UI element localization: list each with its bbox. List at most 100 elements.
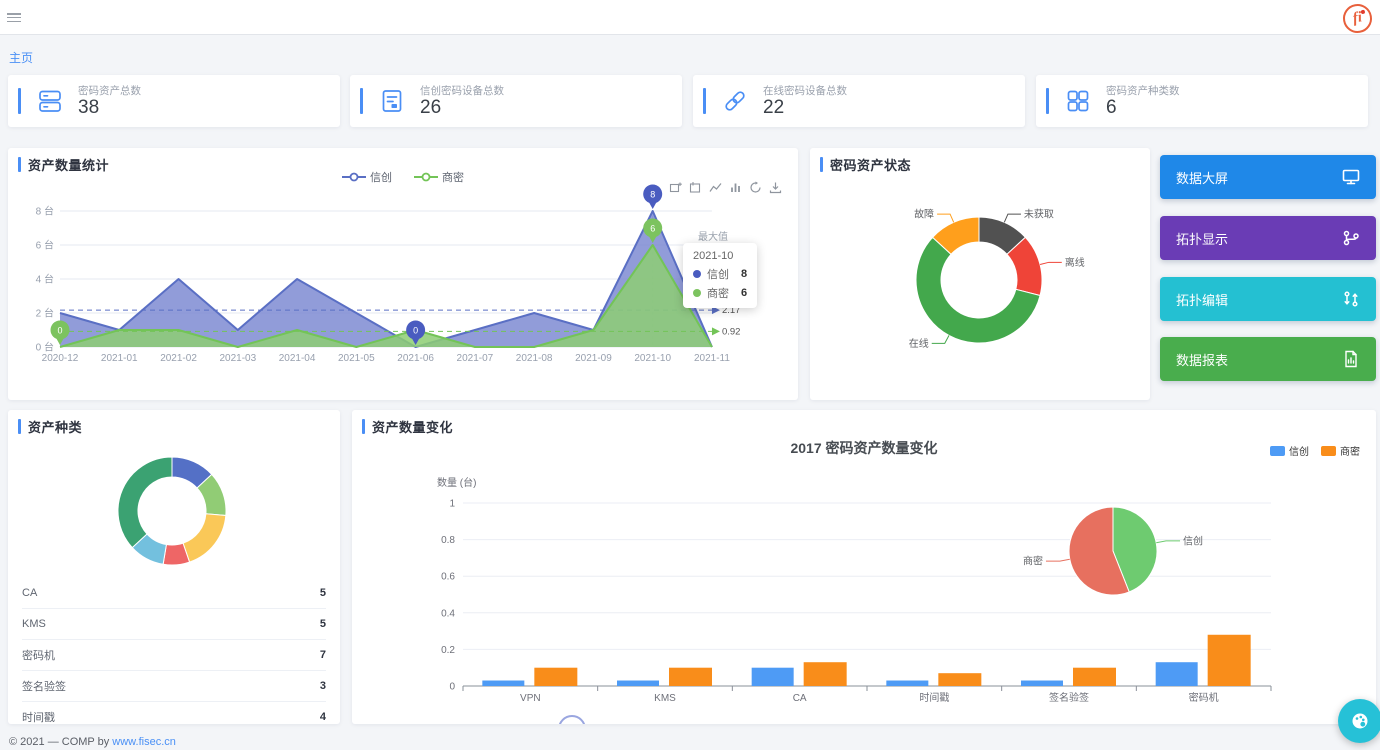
svg-text:签名验签: 签名验签 [1049,691,1089,704]
svg-text:0.4: 0.4 [441,608,455,619]
theme-fab-button[interactable] [1338,699,1380,743]
svg-text:0.2: 0.2 [441,645,455,656]
list-item: KMS 5 [22,609,326,640]
type-name: KMS [22,618,46,630]
svg-text:数量 (台): 数量 (台) [437,476,476,489]
type-value: 5 [320,618,326,630]
list-item: 密码机 7 [22,640,326,671]
type-name: 密码机 [22,647,55,663]
svg-text:CA: CA [793,693,807,704]
topology-display-button[interactable]: 拓扑显示 [1160,216,1376,260]
brand-dot-icon [1361,10,1366,15]
svg-text:2021-07: 2021-07 [457,353,494,364]
tooltip-series-name: 信创 [707,266,729,282]
stat-value: 26 [420,97,441,119]
hamburger-menu-icon[interactable] [7,13,21,22]
asset-status-panel: 密码资产状态 未获取离线在线故障 [810,148,1150,400]
button-label: 数据报表 [1176,350,1228,369]
card-accent [1046,88,1049,114]
tooltip-title: 2021-10 [693,250,747,262]
grid-icon [1064,87,1092,115]
svg-text:2021-06: 2021-06 [397,353,434,364]
button-label: 拓扑显示 [1176,229,1228,248]
topology-icon [1342,229,1360,247]
svg-text:2021-04: 2021-04 [279,353,316,364]
stat-label: 信创密码设备总数 [420,83,504,98]
footer: © 2021 — COMP by www.fisec.cn [9,736,176,748]
button-label: 数据大屏 [1176,168,1228,187]
stat-card-xinchuang-devices: 信创密码设备总数 26 [350,75,682,127]
series-dot-icon [693,270,701,278]
dashboard-page: fi 主页 密码资产总数 38 信创密码设备总数 26 [0,0,1380,750]
svg-text:0: 0 [413,326,418,336]
type-value: 3 [320,680,326,692]
svg-text:2 台: 2 台 [36,307,54,320]
svg-text:密码机: 密码机 [1189,691,1219,704]
tooltip-row: 信创 8 [693,266,747,282]
list-item: 签名验签 3 [22,671,326,702]
svg-text:8: 8 [650,190,655,200]
stat-label: 密码资产种类数 [1106,83,1180,98]
svg-text:VPN: VPN [520,693,541,704]
list-item: 时间戳4 [22,702,326,724]
asset-count-line-chart: 0 台 2 台 4 台 6 台 8 台 2020-12 2021-01 2021-02 2021… [8,148,798,400]
svg-text:2021-02: 2021-02 [160,353,197,364]
card-accent [360,88,363,114]
stat-label: 密码资产总数 [78,83,141,98]
type-value: 7 [320,649,326,661]
asset-types-list: CA 5 KMS 5 密码机 7 签名验签 3 时间戳4 [22,578,326,724]
device-document-icon [378,87,406,115]
asset-change-bar-chart: 数量 (台)00.20.40.60.81VPNKMSCA时间戳签名验签密码机信创… [352,410,1376,724]
report-file-icon [1342,350,1360,368]
type-name: CA [22,587,37,599]
stat-card-total-assets: 密码资产总数 38 [8,75,340,127]
link-icon [721,87,749,115]
svg-text:2021-11: 2021-11 [694,353,730,364]
svg-text:6: 6 [650,224,655,234]
svg-text:0.8: 0.8 [441,535,455,546]
svg-text:未获取: 未获取 [1024,209,1054,221]
asset-count-panel: 资产数量统计 信创 商密 0 台2 台4 台6 台8 台 [8,148,798,400]
tooltip-series-value: 8 [741,268,747,280]
data-report-button[interactable]: 数据报表 [1160,337,1376,381]
svg-text:故障: 故障 [914,208,934,221]
svg-text:商密: 商密 [1023,555,1043,568]
stat-card-online-devices: 在线密码设备总数 22 [693,75,1025,127]
svg-text:1: 1 [449,499,455,510]
type-name: 时间戳 [22,709,55,724]
type-name: 签名验签 [22,678,66,694]
svg-text:2021-01: 2021-01 [101,353,138,364]
asset-change-panel: 资产数量变化 2017 密码资产数量变化 信创 商密 数量 (台)00.20.4… [352,410,1376,724]
stat-value: 38 [78,97,99,119]
svg-text:0 台: 0 台 [36,341,54,354]
svg-text:时间戳: 时间戳 [919,691,949,704]
svg-text:0.92: 0.92 [722,326,741,337]
footer-text: © 2021 — COMP by [9,736,109,748]
big-screen-button[interactable]: 数据大屏 [1160,155,1376,199]
type-value: 5 [320,587,326,599]
card-accent [18,88,21,114]
palette-icon [1349,710,1371,732]
max-value-label: 最大值 [698,228,728,243]
topbar: fi [0,0,1380,35]
topology-edit-button[interactable]: 拓扑编辑 [1160,277,1376,321]
tooltip-series-value: 6 [741,287,747,299]
svg-text:2021-10: 2021-10 [634,353,671,364]
footer-link[interactable]: www.fisec.cn [112,736,176,748]
card-accent [703,88,706,114]
svg-text:2020-12: 2020-12 [42,353,79,364]
svg-text:8 台: 8 台 [36,205,54,218]
asset-types-donut-chart [8,410,340,578]
stat-value: 6 [1106,97,1117,119]
server-stack-icon [36,87,64,115]
svg-text:4 台: 4 台 [36,273,54,286]
tooltip-series-name: 商密 [707,285,729,301]
breadcrumb-home[interactable]: 主页 [9,49,33,66]
button-label: 拓扑编辑 [1176,290,1228,309]
svg-text:2021-05: 2021-05 [338,353,375,364]
svg-text:2021-03: 2021-03 [219,353,256,364]
svg-text:6 台: 6 台 [36,239,54,252]
series-dot-icon [693,289,701,297]
asset-status-donut-chart: 未获取离线在线故障 [810,148,1150,400]
svg-text:2021-09: 2021-09 [575,353,612,364]
